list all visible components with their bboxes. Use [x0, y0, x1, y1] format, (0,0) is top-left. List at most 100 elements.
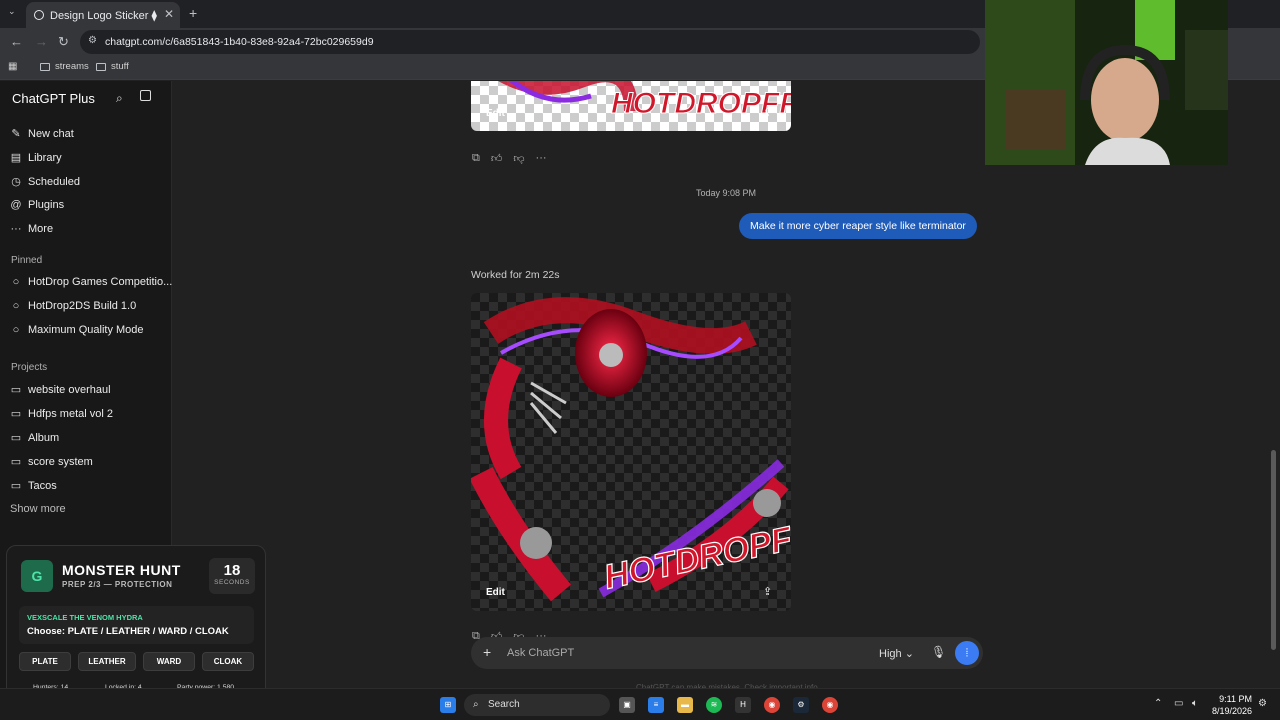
- skull-bottom-right: [753, 489, 781, 517]
- chatgpt-favicon-icon: [34, 10, 44, 20]
- option-ward-button[interactable]: WARD: [143, 652, 195, 671]
- more-actions-icon[interactable]: ···: [536, 152, 547, 165]
- search-icon: ⌕: [473, 699, 479, 710]
- close-tab-icon[interactable]: ✕: [164, 7, 174, 21]
- microphone-icon[interactable]: 🎙︎: [931, 645, 946, 659]
- windows-start-icon[interactable]: ⊞: [440, 697, 456, 713]
- project-item[interactable]: ▭ Hdfps metal vol 2: [10, 407, 113, 421]
- share-icon[interactable]: ⇪: [763, 585, 772, 598]
- apps-icon[interactable]: ▦: [8, 61, 17, 72]
- message-actions: ⧉ 👍︎ 👎︎ ···: [472, 152, 547, 165]
- folder-icon: ▭: [10, 456, 22, 468]
- prompt-input[interactable]: Ask ChatGPT: [507, 647, 574, 659]
- show-more-link[interactable]: Show more: [10, 503, 66, 515]
- countdown-timer: 18 SECONDS: [209, 558, 255, 594]
- chrome-icon[interactable]: ◉: [764, 697, 780, 713]
- webcam-scene: [985, 0, 1228, 165]
- chat-bubble-icon: ○: [12, 300, 20, 312]
- thumbs-up-icon[interactable]: 👍︎: [491, 152, 503, 165]
- sidebar-item-more[interactable]: ··· More: [10, 223, 54, 235]
- sidebar-item-library[interactable]: ▤ Library: [10, 151, 62, 165]
- folder-icon: [96, 62, 106, 71]
- url-text: chatgpt.com/c/6a851843-1b40-83e8-92a4-72…: [105, 36, 374, 48]
- task-view-icon[interactable]: ▣: [619, 697, 635, 713]
- chrome-active-icon[interactable]: ◉: [822, 697, 838, 713]
- system-clock[interactable]: 9:11 PM 8/19/2026: [1210, 693, 1252, 717]
- sidebar-item-scheduled[interactable]: ◷ Scheduled: [10, 175, 80, 189]
- edit-image-button[interactable]: Edit: [486, 108, 505, 119]
- spotify-icon[interactable]: ≋: [706, 697, 722, 713]
- notification-icon[interactable]: ⚙: [1258, 698, 1267, 709]
- voice-mode-icon[interactable]: ⦙: [955, 641, 979, 665]
- choose-prompt: Choose: PLATE / LEATHER / WARD / CLOAK: [27, 626, 229, 637]
- folder-icon: ▭: [10, 384, 22, 396]
- share-icon[interactable]: ⇪: [763, 106, 772, 119]
- reaper-logo-art: HOTDROPFPS: [471, 297, 791, 602]
- chat-area: HOTDROPFPS Edit ⇪ ⧉ 👍︎ 👎︎ ··· Today 9:08…: [173, 81, 985, 696]
- chat-bubble-icon: ○: [12, 324, 20, 336]
- chevron-up-icon[interactable]: ⌃: [1154, 698, 1162, 709]
- message-timestamp: Today 9:08 PM: [696, 188, 757, 198]
- sidebar-item-plugins[interactable]: @ Plugins: [10, 199, 64, 211]
- edit-icon: ✎: [11, 128, 21, 140]
- volume-icon[interactable]: 🔈︎: [1192, 698, 1198, 709]
- brand-title[interactable]: ChatGPT Plus: [12, 91, 95, 106]
- widget-logo-icon: G: [21, 560, 53, 592]
- network-icon[interactable]: ▭: [1174, 698, 1183, 709]
- browser-tab[interactable]: Design Logo Sticker ⧫ ✕: [26, 2, 180, 28]
- streamer-face: [1091, 58, 1159, 142]
- timer-value: 18: [223, 562, 241, 579]
- back-icon[interactable]: ←: [10, 34, 23, 49]
- add-attachment-icon[interactable]: +: [483, 644, 491, 660]
- tab-search-icon[interactable]: ⌄: [8, 6, 20, 20]
- logo-text: HOTDROPFPS: [601, 510, 791, 596]
- folder-icon: [40, 62, 50, 71]
- search-icon[interactable]: ⌕: [116, 91, 123, 106]
- notepad-icon[interactable]: ≡: [648, 697, 664, 713]
- composer[interactable]: + Ask ChatGPT High ⌄ 🎙︎ ⦙: [471, 637, 983, 669]
- worked-for-label[interactable]: Worked for 2m 22s: [471, 269, 560, 281]
- skull-bottom-left: [520, 527, 552, 559]
- previous-logo-art: HOTDROPFPS: [498, 81, 791, 121]
- pinned-item[interactable]: ○ HotDrop Games Competitio...: [10, 276, 173, 288]
- reload-icon[interactable]: ↻: [58, 34, 69, 50]
- project-item[interactable]: ▭ Album: [10, 431, 59, 445]
- project-item[interactable]: ▭ Tacos: [10, 479, 57, 493]
- file-explorer-icon[interactable]: ▬: [677, 697, 693, 713]
- copy-icon[interactable]: ⧉: [472, 152, 480, 165]
- forward-icon[interactable]: →: [35, 34, 48, 49]
- new-tab-icon[interactable]: +: [189, 5, 197, 21]
- taskbar: ⊞ ⌕ Search ▣ ≡ ▬ ≋ H ◉ ⚙ ◉ ⌃ ▭ 🔈︎ 9:11 P…: [0, 688, 1280, 720]
- more-icon: ···: [10, 223, 22, 235]
- option-cloak-button[interactable]: CLOAK: [202, 652, 254, 671]
- widget-subtitle: PREP 2/3 — PROTECTION: [62, 580, 173, 589]
- pinned-item[interactable]: ○ Maximum Quality Mode: [10, 324, 144, 336]
- generated-image[interactable]: HOTDROPFPS: [471, 293, 791, 611]
- chat-bubble-icon: ○: [12, 276, 20, 288]
- library-icon: ▤: [10, 152, 22, 164]
- webcam-overlay: [985, 0, 1228, 165]
- option-plate-button[interactable]: PLATE: [19, 652, 71, 671]
- previous-generated-image[interactable]: HOTDROPFPS: [471, 81, 791, 131]
- model-selector[interactable]: High ⌄: [879, 647, 914, 660]
- scrollbar[interactable]: [1271, 450, 1276, 650]
- timer-unit: SECONDS: [214, 579, 250, 586]
- address-bar[interactable]: ⚙ chatgpt.com/c/6a851843-1b40-83e8-92a4-…: [80, 30, 980, 54]
- thumbs-down-icon[interactable]: 👎︎: [513, 152, 524, 165]
- option-leather-button[interactable]: LEATHER: [78, 652, 136, 671]
- toggle-sidebar-icon[interactable]: [140, 90, 151, 101]
- project-item[interactable]: ▭ website overhaul: [10, 383, 111, 397]
- taskbar-search[interactable]: ⌕ Search: [464, 694, 610, 716]
- pinned-item[interactable]: ○ HotDrop2DS Build 1.0: [10, 300, 137, 312]
- sidebar-item-new-chat[interactable]: ✎ New chat: [10, 127, 73, 141]
- bookmark-streams[interactable]: streams: [40, 61, 89, 72]
- hud-app-icon[interactable]: H: [735, 697, 751, 713]
- enemy-box: VEXSCALE THE VENOM HYDRA Choose: PLATE /…: [19, 606, 254, 644]
- bookmark-stuff[interactable]: stuff: [96, 61, 129, 72]
- site-info-icon[interactable]: ⚙: [88, 35, 97, 46]
- edit-image-button[interactable]: Edit: [486, 587, 505, 598]
- pinned-header: Pinned: [11, 255, 43, 266]
- steam-icon[interactable]: ⚙: [793, 697, 809, 713]
- project-item[interactable]: ▭ score system: [10, 455, 93, 469]
- folder-icon: ▭: [10, 480, 22, 492]
